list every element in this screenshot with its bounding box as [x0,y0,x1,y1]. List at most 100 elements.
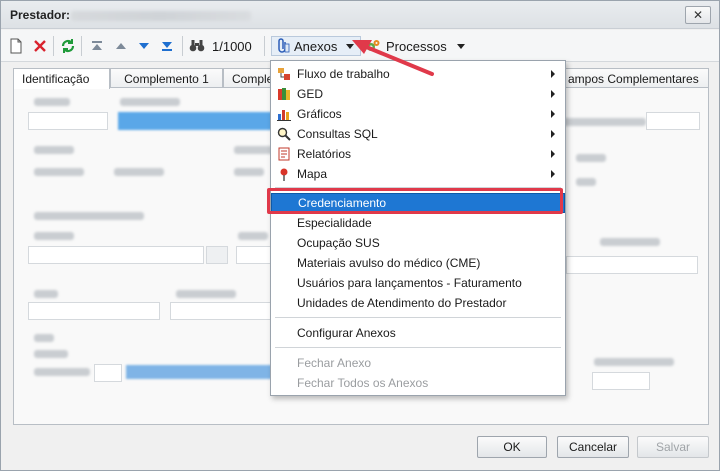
save-button: Salvar [637,436,709,458]
delete-button[interactable] [33,36,47,56]
binoculars-icon [189,40,205,52]
new-document-icon [10,38,22,54]
redacted-field[interactable] [236,246,272,264]
menu-separator [275,317,561,318]
redacted-label [120,98,180,106]
close-icon: ✕ [692,8,704,22]
redacted-radio-option[interactable] [234,168,264,176]
menu-item-label: Ocupação SUS [297,236,380,250]
last-record-icon [162,42,172,51]
anexos-dropdown-button[interactable]: Anexos [271,36,361,56]
redacted-title-value [71,11,251,21]
redacted-field[interactable] [28,246,204,264]
tab-label: Comple [232,72,274,86]
toolbar-separator [182,36,183,56]
menu-item-usuarios-faturamento[interactable]: Usuários para lançamentos - Faturamento [271,273,565,293]
menu-item-especialidade[interactable]: Especialidade [271,213,565,233]
toolbar-separator [53,36,54,56]
workflow-icon [278,68,290,80]
menu-item-materiais-avulso[interactable]: Materiais avulso do médico (CME) [271,253,565,273]
paperclip-icon [278,38,290,53]
menu-item-label: Mapa [297,167,328,181]
menu-item-unidades-atendimento[interactable]: Unidades de Atendimento do Prestador [271,293,565,313]
refresh-icon [61,39,75,53]
redacted-link[interactable] [126,365,272,379]
chart-icon [277,110,291,121]
redacted-field[interactable] [566,256,698,274]
redacted-label [34,334,54,342]
menu-item-label: Materiais avulso do médico (CME) [297,256,481,270]
window-title: Prestador: [10,8,71,22]
tab-label: ampos Complementares [568,72,699,86]
ok-button[interactable]: OK [477,436,547,458]
tab-label: Identificação [22,72,90,86]
menu-item-label: Usuários para lançamentos - Faturamento [297,276,522,290]
previous-record-button[interactable] [115,36,127,56]
menu-item-graficos[interactable]: Gráficos [271,104,565,124]
cancel-button[interactable]: Cancelar [557,436,629,458]
menu-separator [275,187,561,188]
menu-item-fechar-anexo: Fechar Anexo [271,353,565,373]
redacted-label [238,232,268,240]
menu-item-label: Relatórios [297,147,352,161]
menu-item-consultas-sql[interactable]: Consultas SQL [271,124,565,144]
menu-item-label: Configurar Anexos [297,326,396,340]
submenu-arrow-icon [551,110,555,118]
redacted-label [34,368,90,376]
first-record-icon [92,41,102,50]
redacted-field[interactable] [646,112,700,130]
redacted-label [176,290,236,298]
menu-item-relatorios[interactable]: Relatórios [271,144,565,164]
refresh-button[interactable] [60,36,76,56]
menu-item-configurar-anexos[interactable]: Configurar Anexos [271,323,565,343]
chevron-down-icon [456,43,465,49]
menu-separator [275,347,561,348]
menu-item-mapa[interactable]: Mapa [271,164,565,184]
redacted-radio-option[interactable] [114,168,164,176]
ged-icon [278,88,290,100]
redacted-label [562,118,646,126]
redacted-field[interactable] [28,112,108,130]
redacted-field[interactable] [28,302,160,320]
next-record-button[interactable] [138,36,150,56]
redacted-selected-field[interactable] [118,112,272,130]
menu-item-label: GED [297,87,324,101]
redacted-label [576,178,596,186]
menu-item-ged[interactable]: GED [271,84,565,104]
redacted-label [34,290,58,298]
submenu-arrow-icon [551,150,555,158]
redacted-label [34,98,70,106]
redacted-label [34,212,144,220]
annotation-arrow-icon [352,40,434,76]
tab-complemento-1[interactable]: Complemento 1 [110,68,223,88]
new-button[interactable] [9,36,23,56]
tab-label: Complemento 1 [124,72,209,86]
find-record-button[interactable] [189,36,205,56]
submenu-arrow-icon [551,170,555,178]
menu-item-label: Fechar Anexo [297,356,372,370]
redacted-radio-option[interactable] [34,168,84,176]
previous-record-icon [116,43,126,49]
menu-item-label: Gráficos [297,107,342,121]
redacted-lookup-button[interactable] [206,246,228,264]
menu-item-label: Unidades de Atendimento do Prestador [297,296,507,310]
sql-search-icon [277,127,291,141]
submenu-arrow-icon [551,90,555,98]
next-record-icon [139,43,149,49]
first-record-button[interactable] [91,36,103,56]
last-record-button[interactable] [161,36,173,56]
redacted-label [594,358,674,366]
redacted-field[interactable] [94,364,122,382]
redacted-field[interactable] [170,302,272,320]
menu-item-label: Especialidade [297,216,372,230]
menu-item-credenciamento[interactable]: Credenciamento [271,193,565,213]
submenu-arrow-icon [551,70,555,78]
menu-item-ocupacao-sus[interactable]: Ocupação SUS [271,233,565,253]
tab-identificacao[interactable]: Identificação [13,68,110,89]
tab-campos-complementares[interactable]: ampos Complementares [565,68,709,88]
close-button[interactable]: ✕ [685,6,711,24]
menu-item-label: Fechar Todos os Anexos [297,376,429,390]
redacted-field[interactable] [592,372,650,390]
map-pin-icon [280,168,288,181]
anexos-dropdown-menu: Fluxo de trabalho GED Gráficos Consultas… [270,60,566,396]
